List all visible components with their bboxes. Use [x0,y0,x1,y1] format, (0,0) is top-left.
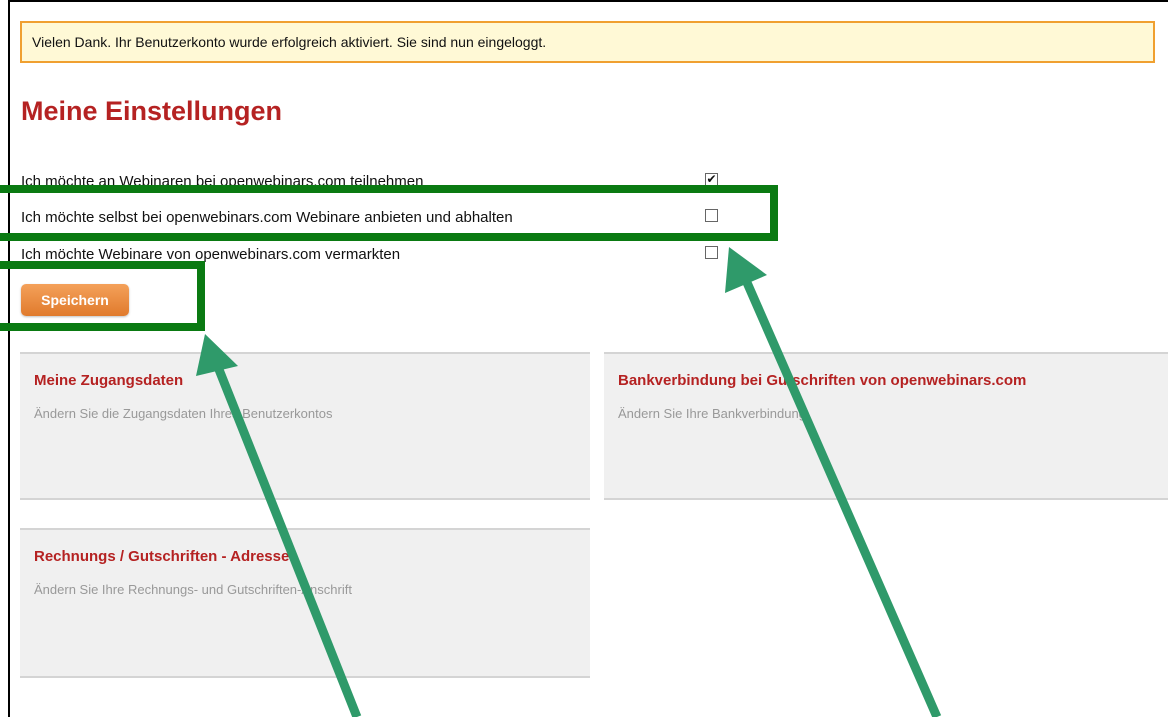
participate-checkbox[interactable]: ✔ [705,173,718,186]
save-button[interactable]: Speichern [21,284,129,316]
option-row-market: Ich möchte Webinare von openwebinars.com… [21,246,721,268]
success-notice-text: Vielen Dank. Ihr Benutzerkonto wurde erf… [32,34,547,50]
offer-checkbox[interactable] [705,209,718,222]
card-description: Ändern Sie Ihre Rechnungs- und Gutschrif… [34,582,352,597]
card-bank-details: Bankverbindung bei Gutschriften von open… [604,352,1168,500]
option-row-participate: Ich möchte an Webinaren bei openwebinars… [21,173,721,195]
card-access-data: Meine Zugangsdaten Ändern Sie die Zugang… [20,352,590,500]
card-billing-address: Rechnungs / Gutschriften - Adresse Änder… [20,528,590,678]
option-label: Ich möchte an Webinaren bei openwebinars… [21,173,424,190]
option-label: Ich möchte Webinare von openwebinars.com… [21,246,401,263]
market-checkbox[interactable] [705,246,718,259]
success-notice: Vielen Dank. Ihr Benutzerkonto wurde erf… [20,21,1155,63]
page-title: Meine Einstellungen [21,96,283,126]
card-description: Ändern Sie die Zugangsdaten Ihres Benutz… [34,406,333,421]
card-description: Ändern Sie Ihre Bankverbindung [618,406,806,421]
card-title-link[interactable]: Rechnungs / Gutschriften - Adresse [34,548,289,565]
card-title-link[interactable]: Bankverbindung bei Gutschriften von open… [618,372,1026,389]
option-row-offer: Ich möchte selbst bei openwebinars.com W… [21,209,721,231]
card-title-link[interactable]: Meine Zugangsdaten [34,372,183,389]
option-label: Ich möchte selbst bei openwebinars.com W… [21,209,513,226]
